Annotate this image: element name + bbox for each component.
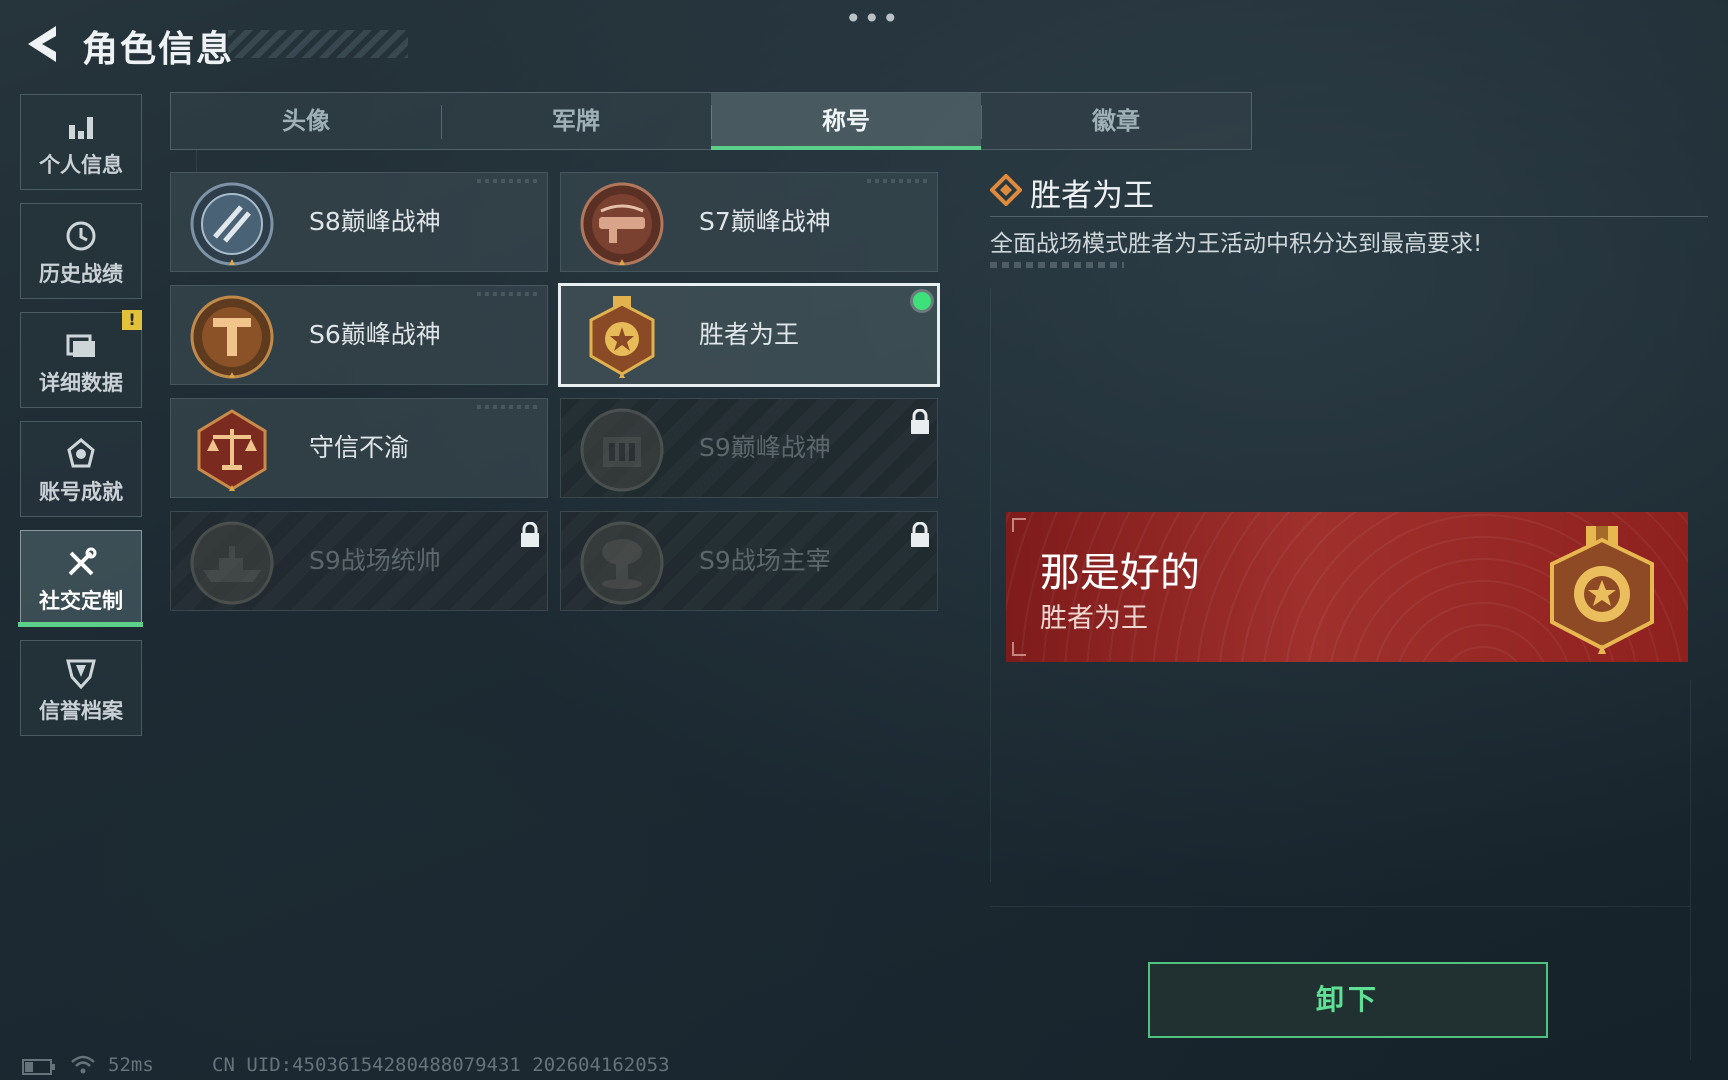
wifi-icon [71, 1055, 95, 1074]
medal-icon [1550, 526, 1654, 654]
sidebar-item-label: 个人信息 [39, 153, 123, 177]
sidebar-item-personal-info[interactable]: 个人信息 [20, 94, 142, 190]
battery-icon [22, 1059, 55, 1075]
corner-mark [1012, 642, 1026, 656]
scales-icon [197, 409, 267, 491]
sidebar-item-label: 历史战绩 [39, 262, 123, 286]
lock-icon [911, 522, 929, 547]
title-name: S7巅峰战神 [699, 207, 831, 236]
sidebar-item-achievements[interactable]: 账号成就 [20, 421, 142, 517]
shield-icon [66, 659, 96, 690]
tab-badge[interactable]: 徽章 [981, 93, 1251, 149]
title-card[interactable]: S7巅峰战神 [560, 172, 938, 272]
title-name: 守信不渝 [309, 433, 410, 462]
title-name: S8巅峰战神 [309, 207, 441, 236]
lock-icon [521, 522, 539, 547]
sidebar-item-social-custom[interactable]: 社交定制 [20, 530, 142, 626]
s8-emblem-icon [190, 182, 274, 266]
mushroom-cloud-icon [580, 521, 664, 605]
grid-line [196, 150, 197, 174]
clock-icon [66, 221, 96, 251]
nameplate-preview: 那是好的 胜者为王 [1006, 512, 1688, 662]
lock-icon [911, 409, 929, 434]
sidebar-item-label: 详细数据 [39, 371, 123, 395]
card-decoration [477, 179, 537, 183]
divider [990, 216, 1708, 217]
title-name: S9战场统帅 [309, 546, 441, 575]
uid-readout: CN UID:450361542804880794​31 20260416205… [212, 1054, 670, 1076]
detail-title: 胜者为王 [1030, 178, 1154, 214]
title-name: S6巅峰战神 [309, 320, 441, 349]
ping-readout: 52ms [108, 1054, 154, 1076]
title-name: S9战场主宰 [699, 546, 831, 575]
notification-badge: ! [122, 310, 142, 330]
sidebar-item-label: 信誉档案 [39, 699, 123, 723]
title-card[interactable]: 守信不渝 [170, 398, 548, 498]
title-card-selected[interactable]: 胜者为王 [558, 283, 940, 387]
card-decoration [477, 405, 537, 409]
back-arrow-icon[interactable] [20, 22, 60, 66]
title-card[interactable]: S6巅峰战神 [170, 285, 548, 385]
card-decoration [477, 292, 537, 296]
title-card-locked[interactable]: S9巅峰战神 [560, 398, 938, 498]
sidebar-item-credit-file[interactable]: 信誉档案 [20, 640, 142, 736]
equipped-indicator [913, 292, 931, 310]
achievement-icon [67, 438, 95, 468]
title-name: S9巅峰战神 [699, 433, 831, 462]
tab-bar: 头像 军牌 称号 徽章 [170, 92, 1252, 150]
more-menu-icon[interactable]: ••• [845, 2, 901, 35]
sidebar-item-label: 社交定制 [39, 589, 123, 613]
grid-line [1690, 680, 1691, 1060]
folder-icon [66, 334, 95, 357]
sidebar-item-label: 账号成就 [39, 480, 123, 504]
medal-icon [589, 296, 655, 378]
warship-icon [190, 521, 274, 605]
header-decoration [228, 30, 408, 58]
header: 角色信息 ••• [0, 0, 1728, 90]
sidebar-item-history[interactable]: 历史战绩 [20, 203, 142, 299]
grid-line [990, 906, 1690, 907]
title-card-locked[interactable]: S9战场统帅 [170, 511, 548, 611]
title-card[interactable]: S8巅峰战神 [170, 172, 548, 272]
detail-description: 全面战场模式胜者为王活动中积分达到最高要求! [990, 231, 1483, 257]
title-card-locked[interactable]: S9战场主宰 [560, 511, 938, 611]
detail-decoration [990, 262, 1124, 268]
grid-line [990, 288, 991, 882]
title-name: 胜者为王 [699, 320, 800, 349]
s6-emblem-icon [190, 295, 274, 379]
s7-emblem-icon [580, 182, 664, 266]
card-decoration [867, 179, 927, 183]
page-title: 角色信息 [82, 29, 235, 70]
diamond-icon [990, 174, 1022, 206]
tab-avatar[interactable]: 头像 [171, 93, 441, 149]
unequip-button[interactable]: 卸下 [1148, 962, 1548, 1038]
bar-chart-icon [69, 117, 93, 139]
tools-icon [68, 547, 97, 576]
tab-dog-tag[interactable]: 军牌 [441, 93, 711, 149]
tab-title[interactable]: 称号 [711, 93, 981, 150]
active-indicator [18, 622, 143, 627]
corner-mark [1012, 518, 1026, 532]
player-name: 那是好的 [1040, 550, 1200, 596]
banner-title: 胜者为王 [1040, 603, 1148, 634]
s9-emblem-icon [580, 408, 664, 492]
